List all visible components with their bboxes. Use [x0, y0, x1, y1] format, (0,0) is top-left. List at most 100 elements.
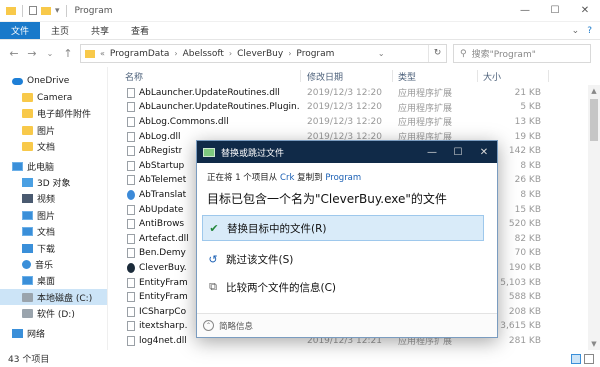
- file-row[interactable]: AbLog.Commons.dll 2019/12/3 12:20 应用程序扩展 13…: [108, 114, 588, 130]
- divider[interactable]: [392, 70, 393, 82]
- tab-file[interactable]: 文件: [0, 22, 41, 39]
- sidebar-item[interactable]: 桌面: [0, 273, 107, 289]
- file-size: 5 KB: [520, 102, 541, 113]
- back-button[interactable]: ←: [8, 47, 20, 60]
- sidebar-item[interactable]: 网络: [0, 325, 107, 341]
- help-icon[interactable]: ?: [587, 26, 592, 36]
- destination-link[interactable]: Program: [325, 173, 361, 183]
- file-icon: [127, 102, 135, 113]
- divider[interactable]: [300, 70, 301, 82]
- chevron-down-icon[interactable]: ▾: [55, 6, 60, 16]
- file-icon: [127, 116, 135, 127]
- vertical-scrollbar[interactable]: ▲ ▼: [588, 85, 600, 350]
- option-label: 替换目标中的文件(R): [227, 222, 327, 235]
- file-name: AbLauncher.UpdateRoutines.dll: [139, 87, 280, 98]
- chevron-right-icon[interactable]: ›: [174, 49, 177, 58]
- scroll-thumb[interactable]: [590, 99, 598, 141]
- sidebar-item[interactable]: 音乐: [0, 256, 107, 272]
- forward-button[interactable]: →: [26, 47, 38, 60]
- tab-home[interactable]: 主页: [40, 22, 80, 39]
- minimize-button[interactable]: —: [419, 147, 445, 158]
- dialog-headline: 目标已包含一个名为"CleverBuy.exe"的文件: [207, 192, 447, 206]
- compare-option[interactable]: ⧉ 比较两个文件的信息(C): [202, 274, 484, 300]
- dialog-title: 替换或跳过文件: [221, 148, 285, 159]
- sidebar-item[interactable]: 文档: [0, 139, 107, 155]
- sidebar-item-label: 视频: [37, 195, 56, 206]
- dialog-title-bar: 替换或跳过文件 — ☐ ✕: [197, 141, 497, 163]
- up-button[interactable]: ↑: [62, 47, 74, 60]
- breadcrumb-item[interactable]: Abelssoft: [183, 49, 224, 59]
- search-icon: ⚲: [460, 48, 467, 59]
- address-bar[interactable]: « ProgramData › Abelssoft › CleverBuy › …: [80, 44, 447, 63]
- option-label: 比较两个文件的信息(C): [226, 281, 337, 294]
- column-size[interactable]: 大小: [483, 70, 501, 83]
- scroll-down-icon[interactable]: ▼: [588, 340, 600, 348]
- file-row[interactable]: AbLauncher.UpdateRoutines.dll 2019/12/3 1…: [108, 85, 588, 101]
- sidebar-item[interactable]: Camera: [0, 89, 107, 105]
- search-input[interactable]: ⚲ 搜索"Program": [453, 44, 591, 63]
- view-switcher: [571, 353, 600, 364]
- skip-option[interactable]: ↺ 跳过该文件(S): [202, 246, 484, 272]
- large-icons-view-icon[interactable]: [584, 353, 594, 364]
- refresh-button[interactable]: ↻: [427, 45, 446, 62]
- chevron-down-icon[interactable]: ⌄: [378, 49, 385, 58]
- sidebar-item[interactable]: 视频: [0, 191, 107, 207]
- replace-option[interactable]: ✔ 替换目标中的文件(R): [202, 215, 484, 241]
- scroll-up-icon[interactable]: ▲: [588, 87, 600, 95]
- new-folder-icon[interactable]: [41, 6, 51, 15]
- file-icon: [127, 233, 135, 244]
- fewer-details-link[interactable]: 简略信息: [219, 320, 253, 332]
- file-name: Ben.Demy: [139, 248, 186, 259]
- column-header: 名称 修改日期 类型 大小: [108, 67, 600, 85]
- column-date[interactable]: 修改日期: [307, 70, 343, 83]
- sidebar-item[interactable]: 3D 对象: [0, 174, 107, 190]
- tab-share[interactable]: 共享: [80, 22, 120, 39]
- gear-icon: [127, 189, 135, 200]
- column-name[interactable]: 名称: [125, 70, 143, 83]
- drive-icon: [22, 292, 33, 302]
- chevron-down-icon[interactable]: ⌄: [572, 26, 580, 36]
- sidebar-item-label: 桌面: [37, 277, 56, 288]
- sidebar-item[interactable]: 本地磁盘 (C:): [0, 289, 107, 306]
- sidebar-item[interactable]: OneDrive: [0, 73, 107, 89]
- breadcrumb-item[interactable]: Program: [296, 49, 334, 59]
- recent-locations-button[interactable]: ⌄: [44, 49, 56, 58]
- divider[interactable]: [548, 70, 549, 82]
- properties-icon[interactable]: [29, 6, 37, 15]
- maximize-button[interactable]: ☐: [445, 147, 471, 158]
- sidebar-item[interactable]: 此电脑: [0, 158, 107, 174]
- file-row[interactable]: AbLauncher.UpdateRoutines.Plugin.B... 201…: [108, 100, 588, 116]
- file-name: CleverBuy.: [139, 262, 187, 273]
- quick-access-toolbar: ▾: [0, 4, 69, 17]
- minimize-button[interactable]: —: [510, 0, 540, 22]
- divider[interactable]: [477, 70, 478, 82]
- check-icon: ✔: [209, 221, 219, 235]
- sidebar-item[interactable]: 图片: [0, 122, 107, 138]
- details-view-icon[interactable]: [571, 353, 581, 364]
- overflow-chevron-icon[interactable]: «: [100, 49, 105, 58]
- file-icon: [127, 219, 135, 230]
- chevron-up-icon[interactable]: ⌃: [203, 320, 214, 331]
- source-link[interactable]: Crk: [280, 173, 294, 183]
- sidebar-item[interactable]: 下载: [0, 240, 107, 256]
- sidebar-item[interactable]: 电子邮件附件: [0, 106, 107, 122]
- maximize-button[interactable]: ☐: [540, 0, 570, 22]
- close-button[interactable]: ✕: [471, 147, 497, 158]
- search-placeholder: 搜索"Program": [471, 50, 536, 60]
- sidebar-item[interactable]: 文档: [0, 224, 107, 240]
- status-bar: 43 个项目: [0, 350, 600, 367]
- copy-icon: [203, 147, 215, 157]
- sidebar-item[interactable]: 软件 (D:): [0, 305, 107, 321]
- compare-icon: ⧉: [209, 280, 217, 293]
- folder-icon: [85, 49, 95, 58]
- close-button[interactable]: ✕: [570, 0, 600, 22]
- breadcrumb-item[interactable]: CleverBuy: [237, 49, 283, 59]
- breadcrumb-item[interactable]: ProgramData: [110, 49, 169, 59]
- file-name: itextsharp.: [139, 321, 188, 332]
- column-type[interactable]: 类型: [398, 70, 416, 83]
- sidebar-item[interactable]: 图片: [0, 207, 107, 223]
- chevron-right-icon[interactable]: ›: [229, 49, 232, 58]
- chevron-right-icon[interactable]: ›: [288, 49, 291, 58]
- tab-view[interactable]: 查看: [120, 22, 160, 39]
- file-icon: [127, 131, 135, 142]
